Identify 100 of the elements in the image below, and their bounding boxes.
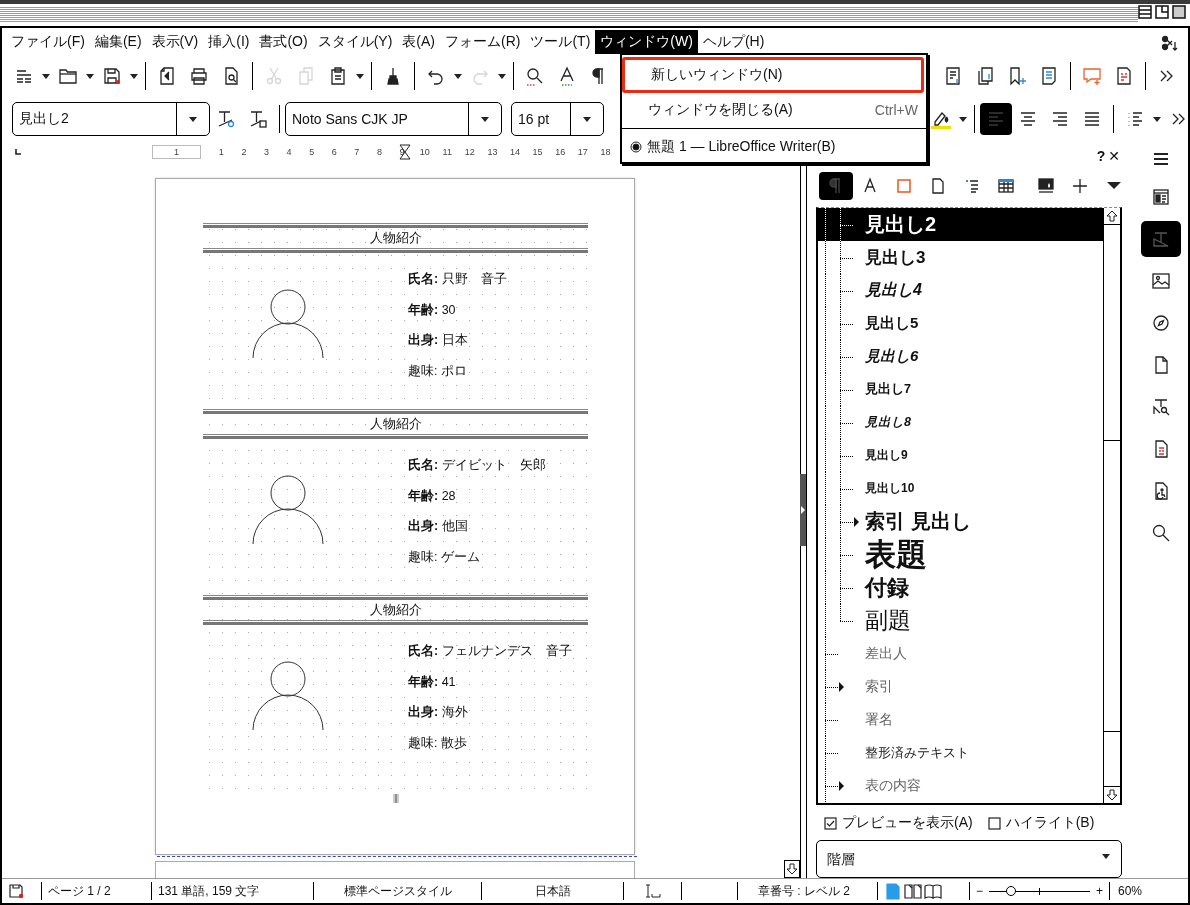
style-item[interactable]: 差出人 (818, 637, 1103, 671)
style-item[interactable]: 索引 (818, 670, 1103, 704)
caret-right-icon[interactable] (838, 781, 844, 792)
style-item[interactable]: 見出し4 (818, 274, 1103, 308)
style-name: 見出し3 (865, 247, 926, 270)
zoom-percent[interactable]: 60% (1118, 884, 1143, 898)
menu-item[interactable]: 表(A) (397, 30, 440, 54)
zoom-out-button[interactable]: − (976, 884, 983, 898)
fill-format-icon (1036, 175, 1056, 196)
profile-field: 氏名: フェルナンデス 音子 (408, 636, 588, 667)
caret-icon[interactable] (129, 71, 139, 81)
text-style-update-icon (216, 109, 236, 129)
caret-icon[interactable] (41, 71, 51, 81)
style-name: 整形済みテキスト (865, 743, 969, 762)
close-button[interactable]: ✕ (1108, 147, 1120, 164)
menu-item[interactable]: スタイル(Y) (312, 30, 398, 54)
style-item[interactable]: 表題 (818, 538, 1103, 572)
menu-item[interactable]: ウィンドウを閉じる(A) Ctrl+W (622, 95, 926, 125)
caret-icon[interactable] (453, 71, 463, 81)
style-item[interactable]: 見出し2 (818, 208, 1103, 242)
caret-icon[interactable] (188, 114, 198, 124)
arrow-up-icon[interactable] (1106, 210, 1118, 223)
card-title: 人物紹介 (368, 601, 423, 619)
card-title: 人物紹介 (368, 229, 423, 247)
document-lines-icon (943, 66, 963, 86)
profile-field: 出身: 他国 (408, 511, 588, 542)
caret-icon[interactable] (582, 114, 592, 124)
paragraph-style-dropdown[interactable]: 見出し2 (12, 102, 210, 136)
scroll-thumb[interactable] (1104, 440, 1120, 733)
caret-icon[interactable] (1152, 114, 1162, 124)
language[interactable]: 日本語 (534, 882, 571, 900)
menu-item[interactable]: 挿入(I) (203, 30, 255, 54)
styles-tab[interactable] (1140, 221, 1181, 257)
checkbox-label[interactable]: ハイライト(B) (1005, 814, 1095, 833)
paragraph-styles-button[interactable] (819, 171, 853, 200)
font-size-dropdown[interactable]: 16 pt (511, 102, 604, 136)
outline-level: 章番号 : レベル 2 (758, 882, 850, 900)
menu-item[interactable]: ウィンドウ(W) (595, 30, 698, 54)
style-name: 見出し8 (865, 414, 911, 432)
caret-icon[interactable] (958, 114, 968, 124)
menu-item[interactable]: ファイル(F) (6, 30, 90, 54)
style-item[interactable]: 表の内容 (818, 769, 1103, 803)
indent-marker-icon[interactable] (399, 144, 411, 160)
menu-item[interactable]: ツール(T) (525, 30, 596, 54)
menu-item[interactable]: ヘルプ(H) (697, 30, 770, 54)
menu-item[interactable]: フォーム(R) (440, 30, 526, 54)
book-icon[interactable] (924, 882, 942, 900)
zoom-in-button[interactable]: + (1096, 884, 1103, 898)
style-item[interactable]: 見出し6 (818, 340, 1103, 374)
windows-icon[interactable] (1155, 5, 1169, 19)
zoom-thumb[interactable] (1006, 885, 1017, 896)
style-item[interactable]: 見出し7 (818, 373, 1103, 407)
scissors-arrow-icon[interactable] (1160, 34, 1178, 52)
bookmark-plus-icon (1007, 66, 1027, 86)
two-pages-icon[interactable] (904, 882, 922, 900)
style-item[interactable]: 見出し10 (818, 472, 1103, 506)
card-title: 人物紹介 (368, 415, 423, 433)
style-item[interactable]: 見出し8 (818, 406, 1103, 440)
caret-right-icon[interactable] (838, 682, 844, 693)
style-item[interactable]: 付録 (818, 571, 1103, 605)
arrow-down-icon[interactable] (786, 863, 798, 875)
align-left-icon (986, 109, 1006, 129)
caret-icon[interactable] (480, 114, 490, 124)
style-item[interactable]: 見出し3 (818, 241, 1103, 275)
sidebar-handle[interactable] (800, 474, 806, 546)
style-item[interactable]: 整形済みテキスト (818, 736, 1103, 770)
checkbox-checked-icon[interactable] (824, 816, 837, 830)
printer-icon (189, 66, 209, 86)
text-style-new-icon (248, 109, 268, 129)
style-item[interactable]: 見出し9 (818, 439, 1103, 473)
help-button[interactable]: ? (1096, 147, 1106, 164)
profile-field: 氏名: 只野 音子 (408, 264, 588, 295)
style-item[interactable]: 見出し5 (818, 307, 1103, 341)
page-style[interactable]: 標準ページスタイル (343, 882, 452, 900)
profile-field: 趣味: ゲーム (408, 541, 588, 572)
insert-mode-icon[interactable] (643, 883, 662, 899)
style-item[interactable]: 署名 (818, 703, 1103, 737)
caret-icon[interactable] (85, 71, 95, 81)
caret-icon[interactable] (497, 71, 507, 81)
menu-item[interactable]: 新しいウィンドウ(N) (622, 57, 924, 93)
page-lines-icon (1039, 66, 1059, 86)
menu-item[interactable]: 書式(O) (254, 30, 313, 54)
avatar-icon (252, 475, 324, 545)
font-name-dropdown[interactable]: Noto Sans CJK JP (285, 102, 502, 136)
caret-right-icon[interactable] (853, 517, 859, 528)
image-icon (1150, 271, 1171, 291)
menu-item[interactable]: 編集(E) (89, 30, 147, 54)
caret-icon[interactable] (355, 71, 365, 81)
align-center-icon (1018, 109, 1038, 129)
checkbox-label[interactable]: プレビューを表示(A) (842, 814, 973, 833)
bars-icon[interactable] (1138, 5, 1152, 19)
document-marks-icon (1114, 66, 1134, 86)
style-item[interactable]: 副題 (818, 604, 1103, 638)
menu-item[interactable]: 表示(V) (146, 30, 204, 54)
menu-item[interactable]: 無題 1 — LibreOffice Writer(B) (622, 132, 926, 162)
square-icon[interactable] (1172, 5, 1186, 19)
arrow-down-icon[interactable] (1106, 789, 1118, 802)
filter-dropdown[interactable]: 階層 (816, 840, 1122, 878)
documents-icon (975, 66, 995, 86)
checkbox-icon[interactable] (987, 816, 1001, 830)
